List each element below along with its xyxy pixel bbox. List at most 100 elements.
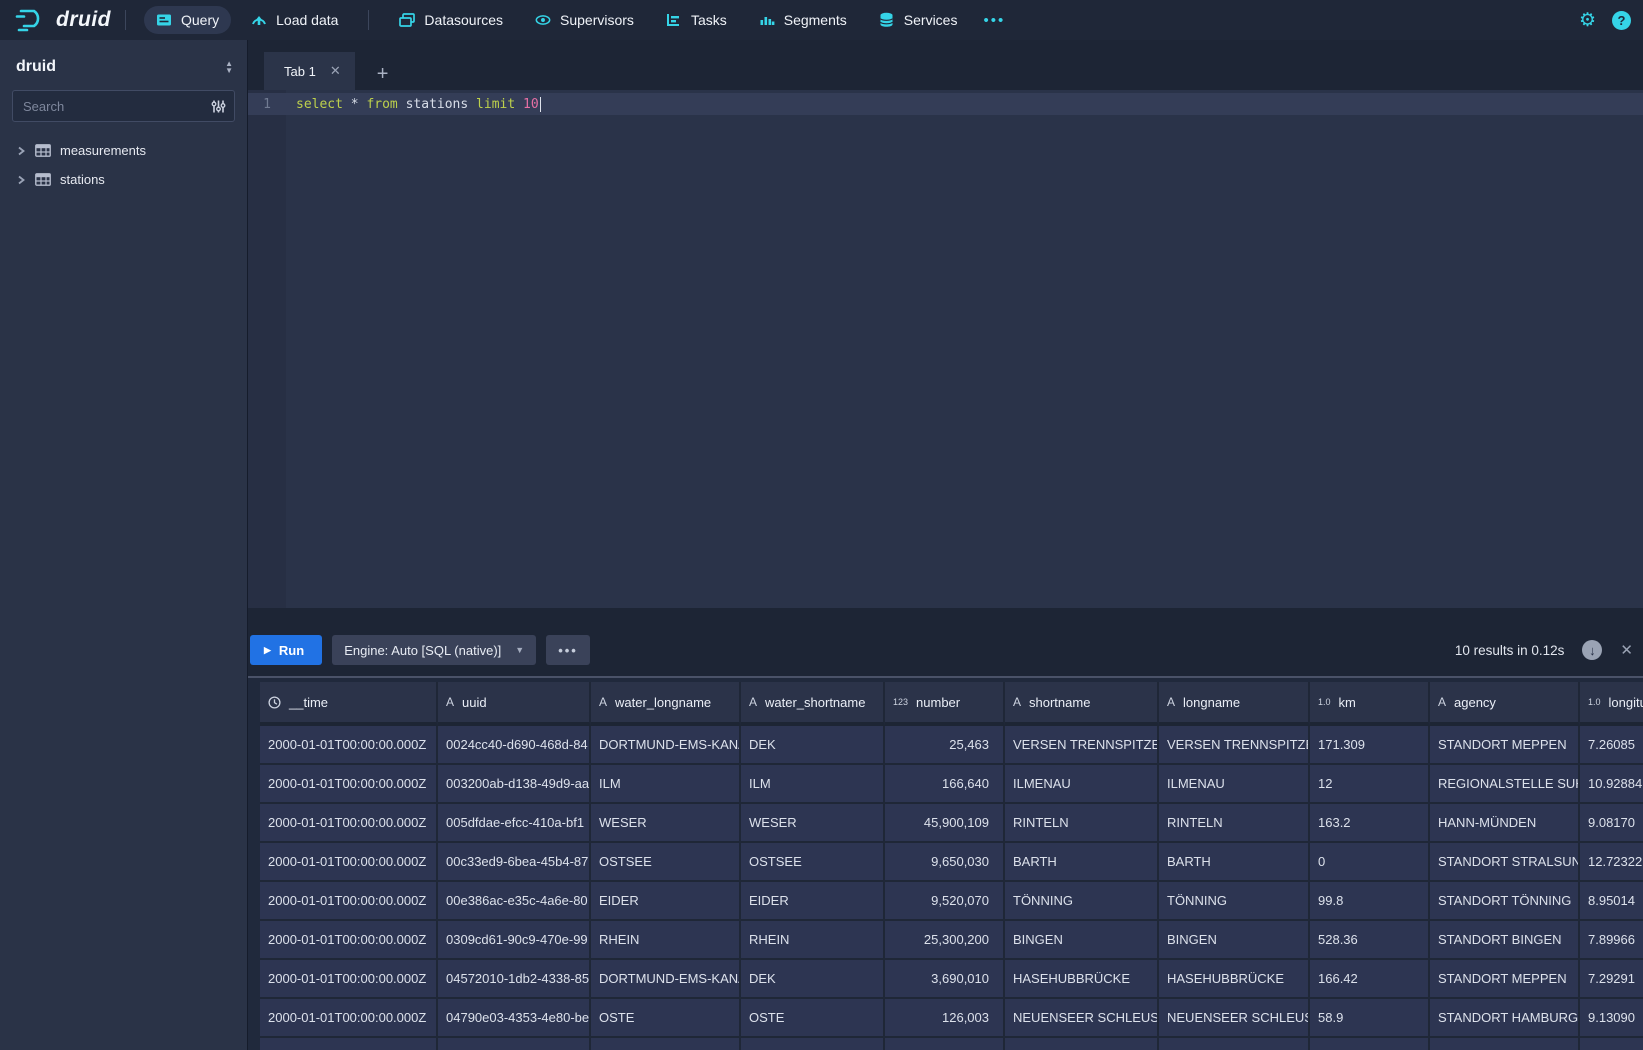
table-cell-longname[interactable]: RINTELN — [1159, 804, 1310, 843]
table-cell-water_longname[interactable]: OSTSEE — [591, 843, 741, 882]
table-cell-longitude[interactable]: 7.89966 — [1580, 921, 1643, 960]
table-cell-km[interactable]: 166.42 — [1310, 960, 1430, 999]
nav-item-segments[interactable]: Segments — [747, 6, 859, 34]
table-cell-__time[interactable]: 2000-01-01T00:00:00.000Z — [260, 882, 438, 921]
nav-item-tasks[interactable]: Tasks — [654, 6, 739, 34]
table-cell-empty[interactable] — [885, 1038, 1005, 1050]
column-header-longname[interactable]: Alongname — [1159, 682, 1310, 726]
table-cell-number[interactable]: 45,900,109 — [885, 804, 1005, 843]
table-cell-uuid[interactable]: 00c33ed9-6bea-45b4-87 — [438, 843, 591, 882]
table-cell-km[interactable]: 58.9 — [1310, 999, 1430, 1038]
table-cell-__time[interactable]: 2000-01-01T00:00:00.000Z — [260, 765, 438, 804]
table-cell-longitude[interactable]: 10.92884 — [1580, 765, 1643, 804]
table-cell-empty[interactable] — [591, 1038, 741, 1050]
table-cell-empty[interactable] — [1430, 1038, 1580, 1050]
column-header-water_longname[interactable]: Awater_longname — [591, 682, 741, 726]
table-cell-uuid[interactable]: 0024cc40-d690-468d-84 — [438, 726, 591, 765]
table-cell-water_shortname[interactable]: ILM — [741, 765, 885, 804]
table-cell-water_longname[interactable]: RHEIN — [591, 921, 741, 960]
table-cell-water_longname[interactable]: OSTE — [591, 999, 741, 1038]
run-button[interactable]: ▶ Run — [250, 635, 322, 665]
nav-item-supervisors[interactable]: Supervisors — [523, 6, 646, 34]
table-cell-water_longname[interactable]: DORTMUND-EMS-KANAL — [591, 960, 741, 999]
table-cell-shortname[interactable]: ILMENAU — [1005, 765, 1159, 804]
table-cell-longname[interactable]: NEUENSEER SCHLEUSEN — [1159, 999, 1310, 1038]
table-cell-empty[interactable] — [741, 1038, 885, 1050]
table-cell-water_shortname[interactable]: WESER — [741, 804, 885, 843]
table-cell-agency[interactable]: HANN-MÜNDEN — [1430, 804, 1580, 843]
table-cell-water_shortname[interactable]: DEK — [741, 960, 885, 999]
table-cell-uuid[interactable]: 0309cd61-90c9-470e-99 — [438, 921, 591, 960]
table-cell-agency[interactable]: STANDORT STRALSUND — [1430, 843, 1580, 882]
table-cell-water_shortname[interactable]: EIDER — [741, 882, 885, 921]
table-cell-empty[interactable] — [260, 1038, 438, 1050]
table-cell-__time[interactable]: 2000-01-01T00:00:00.000Z — [260, 960, 438, 999]
table-cell-km[interactable]: 12 — [1310, 765, 1430, 804]
filter-icon[interactable] — [211, 99, 226, 114]
table-cell-number[interactable]: 25,463 — [885, 726, 1005, 765]
nav-item-datasources[interactable]: Datasources — [387, 6, 515, 34]
table-cell-uuid[interactable]: 005dfdae-efcc-410a-bf1 — [438, 804, 591, 843]
table-cell-shortname[interactable]: RINTELN — [1005, 804, 1159, 843]
table-cell-water_shortname[interactable]: OSTE — [741, 999, 885, 1038]
table-cell-uuid[interactable]: 04790e03-4353-4e80-be — [438, 999, 591, 1038]
table-cell-km[interactable]: 0 — [1310, 843, 1430, 882]
table-cell-number[interactable]: 9,650,030 — [885, 843, 1005, 882]
table-cell-agency[interactable]: STANDORT MEPPEN — [1430, 726, 1580, 765]
table-cell-longitude[interactable]: 9.13090 — [1580, 999, 1643, 1038]
table-cell-shortname[interactable]: VERSEN TRENNSPITZE — [1005, 726, 1159, 765]
column-header-uuid[interactable]: Auuid — [438, 682, 591, 726]
column-header-water_shortname[interactable]: Awater_shortname — [741, 682, 885, 726]
table-cell-water_shortname[interactable]: RHEIN — [741, 921, 885, 960]
table-cell-empty[interactable] — [438, 1038, 591, 1050]
table-cell-number[interactable]: 9,520,070 — [885, 882, 1005, 921]
table-cell-number[interactable]: 25,300,200 — [885, 921, 1005, 960]
table-cell-__time[interactable]: 2000-01-01T00:00:00.000Z — [260, 921, 438, 960]
table-cell-longitude[interactable]: 7.26085 — [1580, 726, 1643, 765]
table-cell-shortname[interactable]: BINGEN — [1005, 921, 1159, 960]
column-header-longitude[interactable]: 1.0longitude — [1580, 682, 1643, 726]
table-cell-longname[interactable]: TÖNNING — [1159, 882, 1310, 921]
table-cell-__time[interactable]: 2000-01-01T00:00:00.000Z — [260, 726, 438, 765]
engine-select-button[interactable]: Engine: Auto [SQL (native)] ▼ — [332, 635, 536, 665]
table-cell-__time[interactable]: 2000-01-01T00:00:00.000Z — [260, 804, 438, 843]
table-cell-agency[interactable]: STANDORT MEPPEN — [1430, 960, 1580, 999]
query-more-button[interactable]: ••• — [546, 635, 590, 665]
table-cell-empty[interactable] — [1310, 1038, 1430, 1050]
table-cell-longitude[interactable]: 12.72322 — [1580, 843, 1643, 882]
table-cell-shortname[interactable]: TÖNNING — [1005, 882, 1159, 921]
table-cell-km[interactable]: 528.36 — [1310, 921, 1430, 960]
column-header-shortname[interactable]: Ashortname — [1005, 682, 1159, 726]
download-icon[interactable]: ↓ — [1582, 640, 1602, 660]
column-header-agency[interactable]: Aagency — [1430, 682, 1580, 726]
table-cell-longname[interactable]: VERSEN TRENNSPITZE — [1159, 726, 1310, 765]
tree-item-stations[interactable]: stations — [12, 165, 235, 194]
tab-1[interactable]: Tab 1 ✕ — [264, 52, 355, 90]
table-cell-uuid[interactable]: 04572010-1db2-4338-85 — [438, 960, 591, 999]
table-cell-number[interactable]: 126,003 — [885, 999, 1005, 1038]
nav-item-query[interactable]: Query — [144, 6, 231, 34]
table-cell-km[interactable]: 163.2 — [1310, 804, 1430, 843]
table-cell-longname[interactable]: BINGEN — [1159, 921, 1310, 960]
close-results-icon[interactable]: ✕ — [1620, 641, 1633, 659]
table-cell-water_longname[interactable]: ILM — [591, 765, 741, 804]
nav-more-button[interactable]: ••• — [973, 6, 1015, 35]
help-button[interactable]: ? — [1612, 11, 1631, 30]
column-header-number[interactable]: 123number — [885, 682, 1005, 726]
table-cell-longitude[interactable]: 7.29291 — [1580, 960, 1643, 999]
table-cell-km[interactable]: 171.309 — [1310, 726, 1430, 765]
tree-item-measurements[interactable]: measurements — [12, 136, 235, 165]
table-cell-water_longname[interactable]: EIDER — [591, 882, 741, 921]
table-cell-agency[interactable]: REGIONALSTELLE SUHL — [1430, 765, 1580, 804]
table-cell-shortname[interactable]: NEUENSEER SCHLEUSEN — [1005, 999, 1159, 1038]
table-cell-empty[interactable] — [1005, 1038, 1159, 1050]
table-cell-__time[interactable]: 2000-01-01T00:00:00.000Z — [260, 843, 438, 882]
table-cell-shortname[interactable]: BARTH — [1005, 843, 1159, 882]
table-cell-km[interactable]: 99.8 — [1310, 882, 1430, 921]
table-cell-water_shortname[interactable]: OSTSEE — [741, 843, 885, 882]
table-cell-water_shortname[interactable]: DEK — [741, 726, 885, 765]
table-cell-shortname[interactable]: HASEHUBBRÜCKE — [1005, 960, 1159, 999]
add-tab-button[interactable]: + — [371, 63, 395, 90]
table-cell-number[interactable]: 3,690,010 — [885, 960, 1005, 999]
table-cell-uuid[interactable]: 00e386ac-e35c-4a6e-80 — [438, 882, 591, 921]
